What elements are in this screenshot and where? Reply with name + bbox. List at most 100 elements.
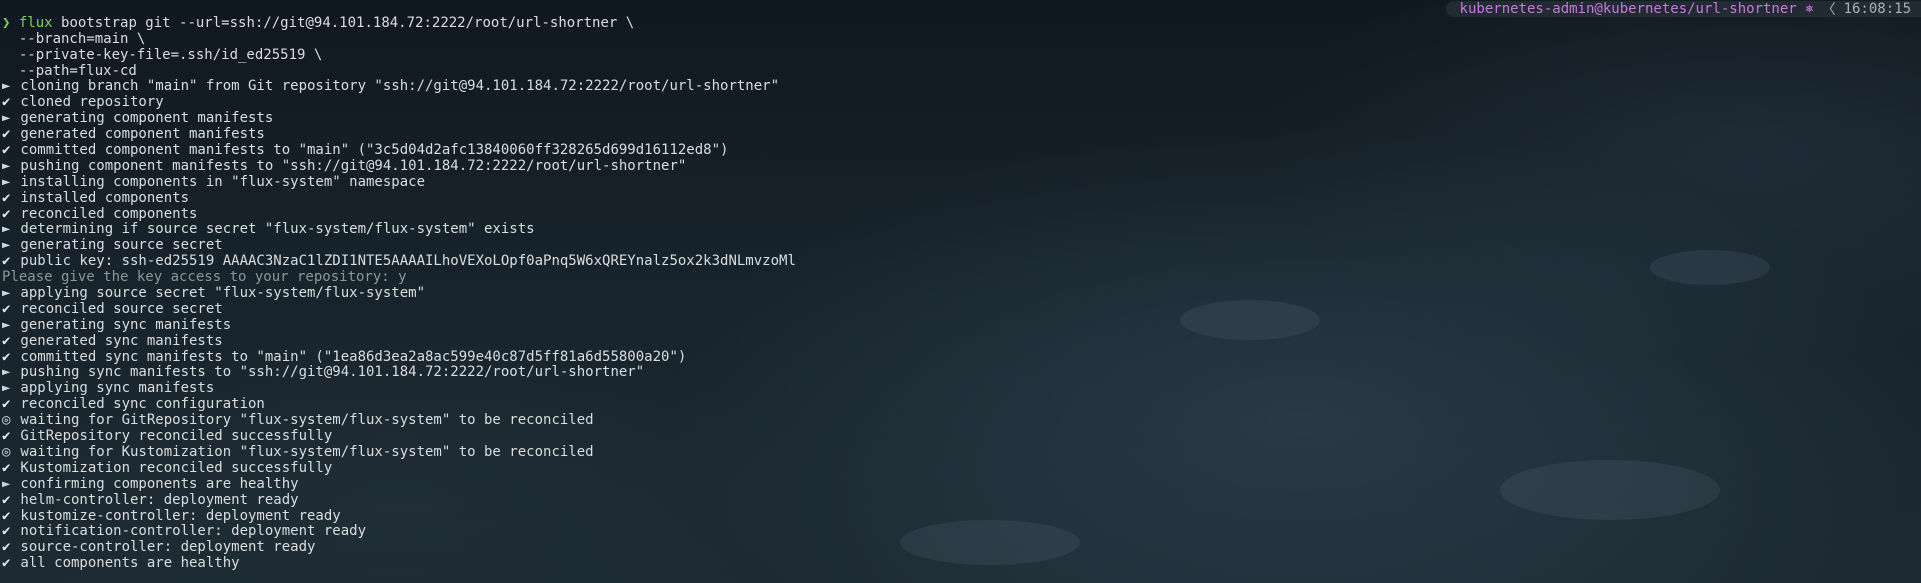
progress-arrow-icon: ►	[2, 174, 11, 190]
log-line: ✔ notification-controller: deployment re…	[2, 524, 1362, 540]
log-text: reconciled source secret	[12, 301, 223, 317]
log-line: ► confirming components are healthy	[2, 477, 1362, 493]
background-texture	[1650, 250, 1770, 285]
log-text: reconciled sync configuration	[12, 397, 265, 413]
log-line: ► pushing sync manifests to "ssh://git@9…	[2, 365, 1362, 381]
checkmark-icon: ✔	[2, 460, 11, 476]
log-text: pushing component manifests to "ssh://gi…	[12, 158, 687, 174]
log-text: applying source secret "flux-system/flux…	[12, 286, 426, 302]
checkmark-icon: ✔	[2, 127, 11, 143]
background-texture	[1500, 460, 1720, 520]
progress-arrow-icon: ►	[2, 476, 11, 492]
log-text: generating component manifests	[12, 111, 274, 127]
log-line: ✔ public key: ssh-ed25519 AAAAC3NzaC1lZD…	[2, 254, 1362, 270]
log-line: ► applying source secret "flux-system/fl…	[2, 286, 1362, 302]
checkmark-icon: ✔	[2, 333, 11, 349]
log-line: ✔ reconciled components	[2, 207, 1362, 223]
waiting-icon: ◎	[2, 444, 11, 460]
progress-arrow-icon: ►	[2, 317, 11, 333]
log-line: ► generating sync manifests	[2, 318, 1362, 334]
log-text: helm-controller: deployment ready	[12, 492, 299, 508]
command-args: bootstrap git --url=ssh://git@94.101.184…	[52, 15, 635, 31]
progress-arrow-icon: ►	[2, 286, 11, 302]
log-line: ► determining if source secret "flux-sys…	[2, 222, 1362, 238]
progress-arrow-icon: ►	[2, 365, 11, 381]
prompt-time: 16:08:15	[1843, 1, 1911, 17]
log-text: committed sync manifests to "main" ("1ea…	[12, 349, 687, 365]
log-text: committed component manifests to "main" …	[12, 143, 729, 159]
checkmark-icon: ✔	[2, 349, 11, 365]
log-text: confirming components are healthy	[12, 476, 299, 492]
command-name: flux	[18, 15, 53, 31]
log-text: generating sync manifests	[12, 317, 232, 333]
terminal-window[interactable]: kubernetes-admin@kubernetes/url-shortner…	[0, 0, 1921, 583]
waiting-icon: ◎	[2, 413, 11, 429]
log-text: source-controller: deployment ready	[12, 540, 316, 556]
log-line: ► generating source secret	[2, 238, 1362, 254]
terminal-output[interactable]: ~ ❯ flux bootstrap git --url=ssh://git@9…	[2, 0, 1362, 572]
log-line: ✔ source-controller: deployment ready	[2, 540, 1362, 556]
checkmark-icon: ✔	[2, 301, 11, 317]
log-line: ► pushing component manifests to "ssh://…	[2, 159, 1362, 175]
log-line: ✔ generated component manifests	[2, 127, 1362, 143]
progress-arrow-icon: ►	[2, 222, 11, 238]
log-text: installed components	[12, 190, 190, 206]
checkmark-icon: ✔	[2, 492, 11, 508]
log-line: ✔ Kustomization reconciled successfully	[2, 461, 1362, 477]
checkmark-icon: ✔	[2, 254, 11, 270]
progress-arrow-icon: ►	[2, 158, 11, 174]
log-line: ► generating component manifests	[2, 111, 1362, 127]
kube-context: kubernetes-admin@kubernetes/url-shortner…	[1459, 1, 1814, 17]
checkmark-icon: ✔	[2, 143, 11, 159]
log-text: installing components in "flux-system" n…	[12, 174, 426, 190]
log-text: public key: ssh-ed25519 AAAAC3NzaC1lZDI1…	[12, 254, 796, 270]
log-text: generated sync manifests	[12, 333, 223, 349]
command-continuation: --private-key-file=.ssh/id_ed25519 \	[2, 47, 323, 63]
log-text: pushing sync manifests to "ssh://git@94.…	[12, 365, 645, 381]
segment-separator: 〈	[1821, 2, 1836, 18]
command-line: ❯ flux bootstrap git --url=ssh://git@94.…	[2, 16, 1362, 32]
log-line: ✔ reconciled source secret	[2, 302, 1362, 318]
log-line: Please give the key access to your repos…	[2, 270, 1362, 286]
log-line: ✔ installed components	[2, 191, 1362, 207]
checkmark-icon: ✔	[2, 508, 11, 524]
progress-arrow-icon: ►	[2, 79, 11, 95]
checkmark-icon: ✔	[2, 429, 11, 445]
checkmark-icon: ✔	[2, 190, 11, 206]
progress-arrow-icon: ►	[2, 111, 11, 127]
log-line: ✔ helm-controller: deployment ready	[2, 493, 1362, 509]
progress-arrow-icon: ►	[2, 238, 11, 254]
log-text: waiting for GitRepository "flux-system/f…	[12, 413, 594, 429]
log-line: ✔ GitRepository reconciled successfully	[2, 429, 1362, 445]
log-line: ◎ waiting for Kustomization "flux-system…	[2, 445, 1362, 461]
checkmark-icon: ✔	[2, 524, 11, 540]
checkmark-icon: ✔	[2, 95, 11, 111]
progress-arrow-icon: ►	[2, 381, 11, 397]
log-text: waiting for Kustomization "flux-system/f…	[12, 444, 594, 460]
log-line: ✔ generated sync manifests	[2, 334, 1362, 350]
log-line: ✔ committed component manifests to "main…	[2, 143, 1362, 159]
checkmark-icon: ✔	[2, 397, 11, 413]
prompt-cwd-line: ~	[2, 0, 1362, 16]
log-text: generating source secret	[12, 238, 223, 254]
log-text: cloned repository	[12, 95, 164, 111]
log-line: ✔ all components are healthy	[2, 556, 1362, 572]
command-continuation: --branch=main \	[2, 31, 146, 47]
log-text: notification-controller: deployment read…	[12, 524, 367, 540]
log-line: ► applying sync manifests	[2, 381, 1362, 397]
log-line: ✔ kustomize-controller: deployment ready	[2, 509, 1362, 525]
command-continuation: --path=flux-cd	[2, 63, 137, 79]
log-text: cloning branch "main" from Git repositor…	[12, 79, 780, 95]
log-output: ► cloning branch "main" from Git reposit…	[2, 79, 1362, 572]
checkmark-icon: ✔	[2, 556, 11, 572]
log-line: ► cloning branch "main" from Git reposit…	[2, 79, 1362, 95]
log-text: all components are healthy	[12, 556, 240, 572]
log-text: Kustomization reconciled successfully	[12, 460, 333, 476]
checkmark-icon: ✔	[2, 540, 11, 556]
log-line: ► installing components in "flux-system"…	[2, 175, 1362, 191]
log-text: generated component manifests	[12, 127, 265, 143]
log-text: determining if source secret "flux-syste…	[12, 222, 535, 238]
log-text: GitRepository reconciled successfully	[12, 429, 333, 445]
log-line: ◎ waiting for GitRepository "flux-system…	[2, 413, 1362, 429]
log-text: Please give the key access to your repos…	[2, 270, 407, 286]
